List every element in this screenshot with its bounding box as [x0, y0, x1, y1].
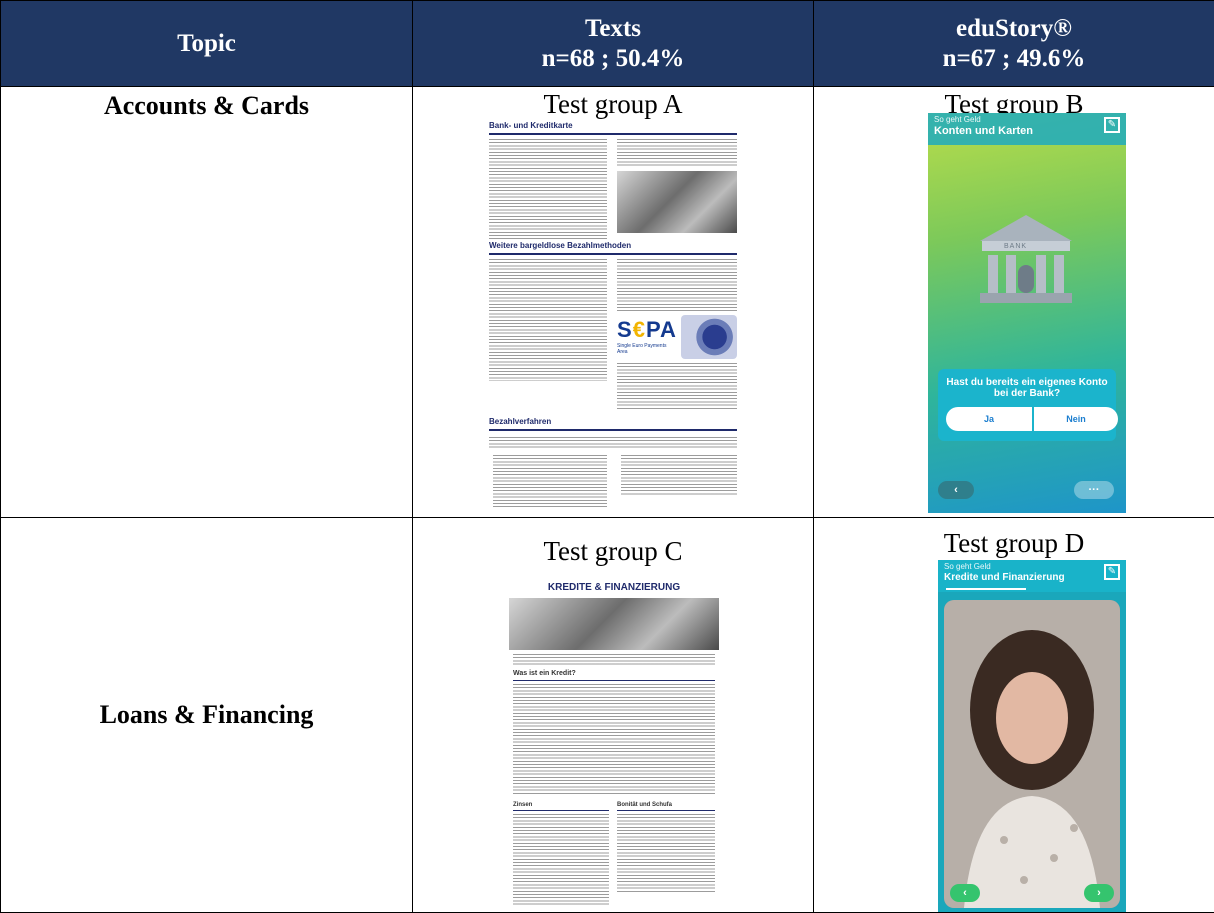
topic-label: Accounts & Cards: [1, 87, 412, 121]
text-block: [489, 437, 737, 449]
subheading: Bonität und Schufa: [617, 802, 672, 808]
text-block: [617, 139, 737, 167]
document-thumbnail: Bank- und Kreditkarte Weitere bargeldlos…: [485, 121, 741, 513]
doc-title: KREDITE & FINANZIERUNG: [505, 582, 723, 593]
app-title: Konten und Karten: [934, 125, 1033, 137]
text-block: [617, 814, 715, 892]
text-block: [489, 259, 607, 381]
document-thumbnail: KREDITE & FINANZIERUNG Was ist ein Kredi…: [505, 580, 723, 910]
table-row: Loans & Financing Test group C KREDITE &…: [1, 518, 1214, 913]
edit-icon[interactable]: ✎: [1104, 564, 1120, 580]
bank-icon: [976, 209, 1076, 309]
answer-yes-button[interactable]: Ja: [946, 407, 1032, 431]
back-button[interactable]: ‹: [950, 884, 980, 902]
section-heading: Bezahlverfahren: [489, 417, 551, 426]
header-row: Topic Textsn=68 ; 50.4% eduStory®n=67 ; …: [1, 1, 1214, 87]
app-title: Kredite und Finanzierung: [944, 572, 1065, 583]
doc-title: Bank- und Kreditkarte: [489, 121, 573, 130]
next-button[interactable]: ›: [1084, 884, 1114, 902]
question-card: Hast du bereits ein eigenes Konto bei de…: [938, 369, 1116, 441]
text-block: [513, 684, 715, 796]
progress-bar: [946, 588, 1026, 590]
table-row: Accounts & Cards Test group A Bank- und …: [1, 87, 1214, 518]
text-block: [513, 654, 715, 666]
app-screen: So geht Geld Kredite und Finanzierung ✎: [938, 560, 1126, 912]
text-block: [617, 259, 737, 313]
back-button[interactable]: ‹: [938, 481, 974, 499]
topic-cell: Accounts & Cards: [1, 87, 413, 518]
divider: [489, 133, 737, 135]
section-heading: Weitere bargeldlose Bezahlmethoden: [489, 241, 631, 250]
photo: [509, 598, 719, 650]
bank-label: BANK: [1004, 243, 1027, 250]
header-topic: Topic: [1, 1, 413, 87]
app-screen: So geht Geld Konten und Karten ✎: [928, 113, 1126, 513]
header-texts: Textsn=68 ; 50.4%: [413, 1, 814, 87]
section-heading: Was ist ein Kredit?: [513, 670, 576, 677]
edustory-cell: Test group D So geht Geld Kredite und Fi…: [814, 518, 1214, 913]
comparison-table: Topic Textsn=68 ; 50.4% eduStory®n=67 ; …: [0, 0, 1214, 913]
group-label: Test group A: [413, 89, 813, 120]
divider: [617, 810, 715, 811]
person-video: [944, 600, 1120, 908]
video-frame: ‹ ›: [944, 600, 1120, 908]
photo: [617, 171, 737, 233]
question-text: Hast du bereits ein eigenes Konto bei de…: [938, 369, 1116, 399]
text-block: [617, 363, 737, 409]
subheading: Zinsen: [513, 802, 532, 808]
topic-cell: Loans & Financing: [1, 518, 413, 913]
edustory-cell: Test group B So geht Geld Konten und Kar…: [814, 87, 1214, 518]
header-edustory: eduStory®n=67 ; 49.6%: [814, 1, 1214, 87]
text-block: [621, 455, 737, 495]
divider: [489, 429, 737, 431]
sepa-logo: S€PA Single Euro Payments Area: [617, 317, 677, 355]
topic-label: Loans & Financing: [1, 700, 412, 730]
divider: [489, 253, 737, 255]
texts-cell: Test group C KREDITE & FINANZIERUNG Was …: [413, 518, 814, 913]
divider: [513, 810, 609, 811]
group-label: Test group D: [814, 528, 1214, 559]
texts-cell: Test group A Bank- und Kreditkarte Weite…: [413, 87, 814, 518]
more-button[interactable]: ···: [1074, 481, 1114, 499]
europe-map: [681, 315, 737, 359]
divider: [513, 680, 715, 681]
text-block: [513, 814, 609, 906]
text-block: [493, 455, 607, 509]
answer-no-button[interactable]: Nein: [1034, 407, 1118, 431]
app-supertitle: So geht Geld: [944, 562, 991, 571]
app-supertitle: So geht Geld: [934, 115, 981, 124]
edit-icon[interactable]: ✎: [1104, 117, 1120, 133]
group-label: Test group C: [413, 536, 813, 567]
text-block: [489, 139, 607, 239]
